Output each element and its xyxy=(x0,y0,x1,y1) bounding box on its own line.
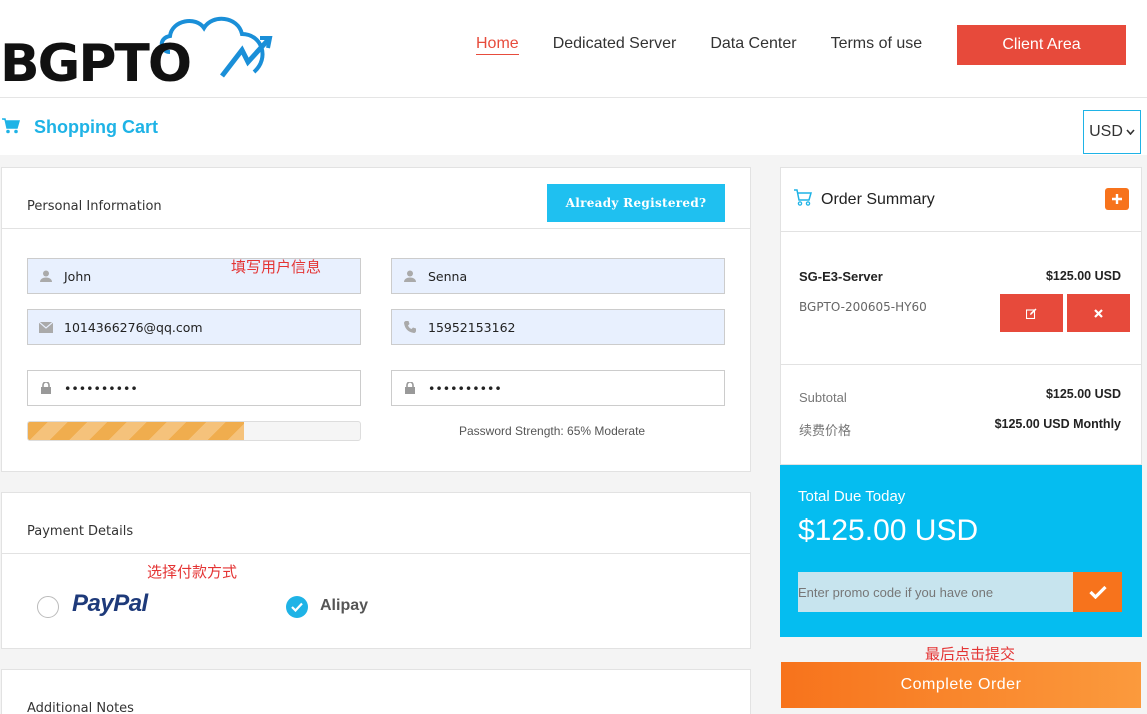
order-summary-header: Order Summary xyxy=(781,168,1141,232)
last-name-field[interactable]: Senna xyxy=(391,258,725,294)
phone-value: 15952153162 xyxy=(428,319,516,335)
panel-header: Personal Information Already Registered? xyxy=(2,168,750,229)
checkmark-icon xyxy=(1088,585,1107,599)
password-strength-fill xyxy=(28,422,244,440)
renewal-price-value: $125.00 USD Monthly xyxy=(994,417,1121,431)
nav-home[interactable]: Home xyxy=(476,34,519,55)
user-icon xyxy=(28,270,64,282)
nav-dedicated-server[interactable]: Dedicated Server xyxy=(553,34,677,55)
item-name: SG-E3-Server xyxy=(799,269,883,284)
chevron-down-icon xyxy=(1126,129,1135,135)
add-item-button[interactable] xyxy=(1105,188,1129,210)
password-value: •••••••••• xyxy=(64,380,138,396)
item-identifier: BGPTO-200605-HY60 xyxy=(799,300,927,314)
paypal-logo[interactable]: PayPal xyxy=(72,590,148,618)
total-due-label: Total Due Today xyxy=(798,488,906,505)
email-value: 1014366276@qq.com xyxy=(64,319,203,335)
item-price: $125.00 USD xyxy=(1045,269,1121,283)
cart-title-bar: Shopping Cart USD xyxy=(0,99,1147,155)
close-icon xyxy=(1094,308,1103,318)
currency-select[interactable]: USD xyxy=(1083,110,1141,154)
lock-icon xyxy=(392,382,428,394)
phone-icon xyxy=(392,321,428,333)
personal-info-title: Personal Information xyxy=(27,199,162,214)
password-field[interactable]: •••••••••• xyxy=(27,370,361,406)
subtotal-value: $125.00 USD xyxy=(1045,387,1121,401)
payment-details-panel: Payment Details PayPal Alipay xyxy=(1,492,751,649)
page-title: Shopping Cart xyxy=(34,117,158,137)
checkmark-icon xyxy=(291,602,303,612)
promo-code-input[interactable]: Enter promo code if you have one xyxy=(798,572,1074,612)
apply-promo-button[interactable] xyxy=(1073,572,1122,612)
alipay-radio[interactable] xyxy=(286,596,308,618)
plus-icon xyxy=(1112,194,1122,204)
subtotal-label: Subtotal xyxy=(799,390,847,405)
email-field[interactable]: 1014366276@qq.com xyxy=(27,309,361,345)
annotation-fill-info: 填写用户信息 xyxy=(231,258,322,276)
order-summary-title: Order Summary xyxy=(821,191,935,208)
paypal-radio[interactable] xyxy=(37,596,59,618)
password-confirm-field[interactable]: •••••••••• xyxy=(391,370,725,406)
summary-divider xyxy=(781,364,1141,365)
annotation-submit-last: 最后点击提交 xyxy=(925,645,1016,663)
panel-header: Payment Details xyxy=(2,493,750,554)
payment-details-title: Payment Details xyxy=(27,524,134,539)
cart-outline-icon xyxy=(794,189,812,206)
nav-terms-of-use[interactable]: Terms of use xyxy=(831,34,923,55)
shopping-cart-icon xyxy=(2,118,20,134)
total-due-amount: $125.00 USD xyxy=(798,514,979,547)
complete-order-button[interactable]: Complete Order xyxy=(781,662,1141,708)
first-name-value: John xyxy=(64,268,92,284)
main-nav: Home Dedicated Server Data Center Terms … xyxy=(476,34,956,55)
site-logo[interactable]: BGPTO xyxy=(0,12,280,92)
already-registered-button[interactable]: Already Registered? xyxy=(547,184,725,222)
total-due-box: Total Due Today $125.00 USD Enter promo … xyxy=(780,465,1142,637)
annotation-choose-payment: 选择付款方式 xyxy=(147,563,238,581)
logo-text: BGPTO xyxy=(0,34,192,94)
password-strength-bar xyxy=(27,421,361,441)
currency-value: USD xyxy=(1089,123,1123,140)
additional-notes-panel: Additional Notes xyxy=(1,669,751,714)
last-name-value: Senna xyxy=(428,268,468,284)
nav-data-center[interactable]: Data Center xyxy=(710,34,796,55)
site-header: BGPTO Home Dedicated Server Data Center … xyxy=(0,0,1147,98)
user-icon xyxy=(392,270,428,282)
lock-icon xyxy=(28,382,64,394)
edit-icon xyxy=(1026,308,1037,319)
password-strength-text: Password Strength: 65% Moderate xyxy=(459,424,646,438)
additional-notes-title: Additional Notes xyxy=(27,701,134,714)
phone-field[interactable]: 15952153162 xyxy=(391,309,725,345)
promo-code-placeholder: Enter promo code if you have one xyxy=(798,584,994,600)
personal-info-panel: Personal Information Already Registered?… xyxy=(1,167,751,472)
client-area-button[interactable]: Client Area xyxy=(957,25,1126,65)
renewal-price-label: 续费价格 xyxy=(799,423,852,438)
envelope-icon xyxy=(28,321,64,333)
remove-item-button[interactable] xyxy=(1067,294,1130,332)
order-summary-panel: Order Summary SG-E3-Server $125.00 USD B… xyxy=(780,167,1142,465)
alipay-label[interactable]: Alipay xyxy=(320,597,368,615)
password-confirm-value: •••••••••• xyxy=(428,380,502,396)
edit-item-button[interactable] xyxy=(1000,294,1063,332)
